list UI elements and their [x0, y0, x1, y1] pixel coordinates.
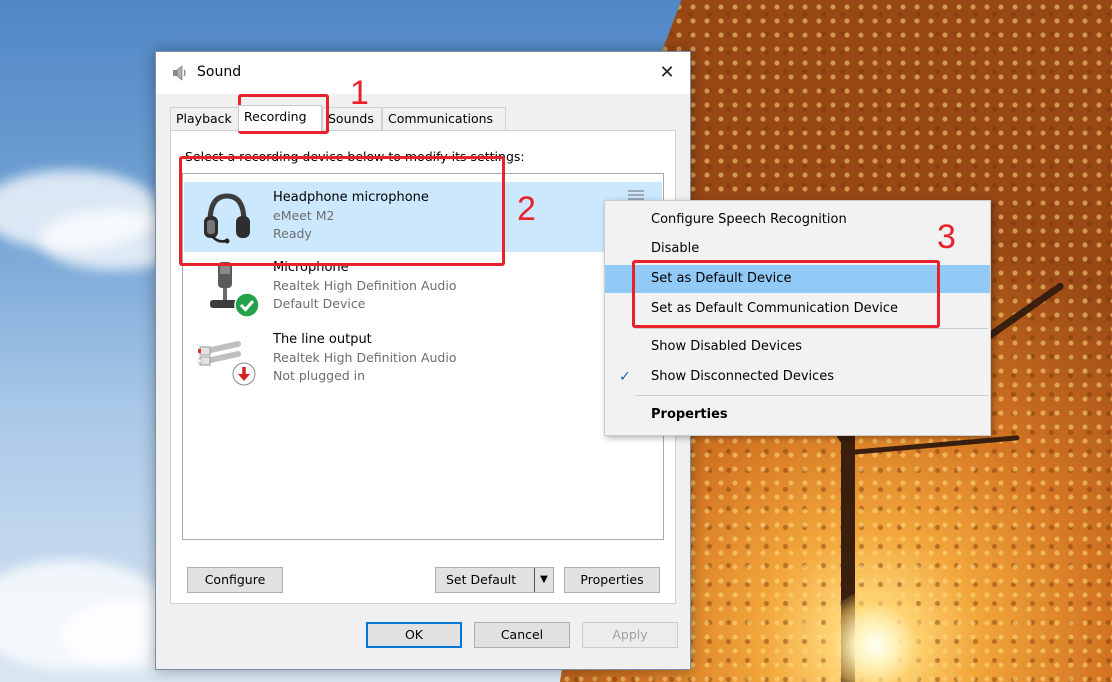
annotation-step-1: 1 [350, 74, 369, 112]
tab-communications[interactable]: Communications [382, 107, 506, 130]
apply-button[interactable]: Apply [582, 622, 678, 648]
menu-separator [635, 328, 988, 329]
menu-item-show-disconnected-devices[interactable]: ✓ Show Disconnected Devices [605, 363, 990, 391]
properties-button[interactable]: Properties [564, 567, 660, 593]
list-item-line-output[interactable]: The line output Realtek High Definition … [184, 324, 662, 394]
tab-recording[interactable]: Recording [238, 105, 322, 131]
title-bar[interactable]: Sound ✕ [156, 52, 690, 94]
annotation-box-headphone-device [179, 156, 505, 266]
chevron-down-icon[interactable]: ▼ [534, 568, 553, 592]
menu-item-label: Properties [651, 407, 728, 422]
cancel-button[interactable]: Cancel [474, 622, 570, 648]
menu-item-show-disabled-devices[interactable]: Show Disabled Devices [605, 333, 990, 361]
menu-item-disable[interactable]: Disable [605, 235, 990, 263]
set-default-button[interactable]: Set Default ▼ [435, 567, 554, 593]
menu-item-label: Show Disconnected Devices [651, 369, 835, 384]
tab-playback[interactable]: Playback [170, 107, 240, 130]
close-icon: ✕ [659, 62, 675, 83]
close-button[interactable]: ✕ [644, 52, 690, 94]
checkmark-icon: ✓ [619, 369, 631, 385]
configure-button[interactable]: Configure [187, 567, 283, 593]
device-name: The line output [273, 332, 372, 347]
device-driver: Realtek High Definition Audio [273, 278, 457, 293]
red-down-arrow-icon [232, 362, 256, 386]
menu-item-properties[interactable]: Properties [605, 401, 990, 429]
ok-button[interactable]: OK [366, 622, 462, 648]
dialog-title: Sound [197, 64, 242, 80]
menu-item-label: Show Disabled Devices [651, 339, 803, 354]
speaker-icon [172, 65, 188, 81]
annotation-step-3: 3 [937, 218, 956, 256]
annotation-step-2: 2 [517, 190, 536, 228]
menu-separator [635, 395, 988, 396]
menu-item-label: Configure Speech Recognition [651, 212, 847, 227]
device-status: Default Device [273, 296, 366, 311]
device-driver: Realtek High Definition Audio [273, 350, 457, 365]
menu-item-label: Disable [651, 241, 700, 256]
green-check-icon [234, 292, 260, 318]
set-default-label: Set Default [446, 572, 517, 587]
menu-item-configure-speech-recognition[interactable]: Configure Speech Recognition [605, 206, 990, 234]
device-status: Not plugged in [273, 368, 366, 383]
annotation-box-default-options [632, 260, 940, 328]
